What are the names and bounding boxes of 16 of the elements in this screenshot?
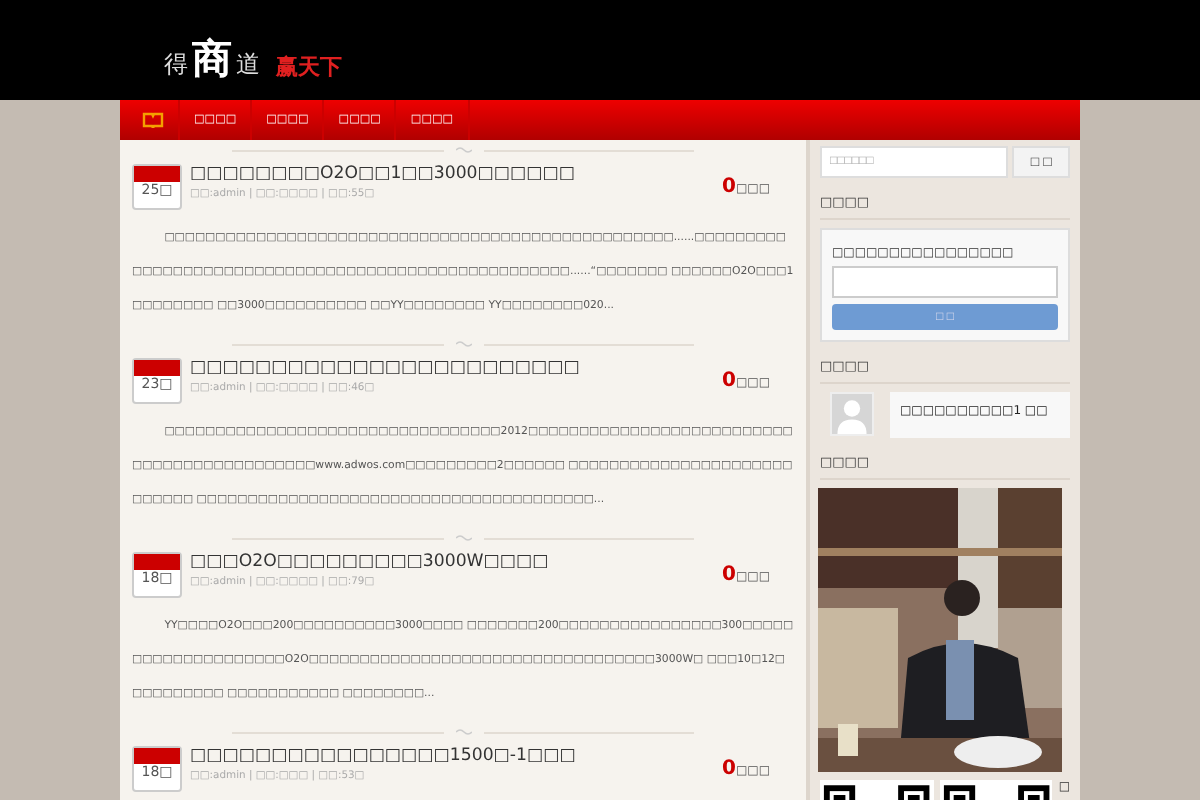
comment-count: 0 [722, 564, 736, 586]
post-title[interactable]: □□□□□□□□O2O□□1□□3000□□□□□□ [190, 164, 715, 184]
avatar-icon [830, 392, 874, 436]
comment-count: 0 [722, 370, 736, 392]
book-icon [142, 112, 164, 128]
logo[interactable]: 得 商 道 赢天下 [164, 6, 342, 94]
comment-count: 0 [722, 176, 736, 198]
post-title[interactable]: □□□□□□□□□□□□□□□□1500□-1□□□ [190, 746, 715, 766]
email-field[interactable] [832, 266, 1058, 298]
ornament-icon [455, 534, 471, 542]
ornament-icon [455, 146, 471, 154]
comment-count: 0 [722, 758, 736, 780]
post-title[interactable]: □□□□□□□□□□□□□□□□□□□□□□□□ [190, 358, 715, 378]
ornament-icon [455, 340, 471, 348]
post-title[interactable]: □□□O2O□□□□□□□□□3000W□□□□ [190, 552, 715, 572]
ornament-icon [455, 728, 471, 736]
